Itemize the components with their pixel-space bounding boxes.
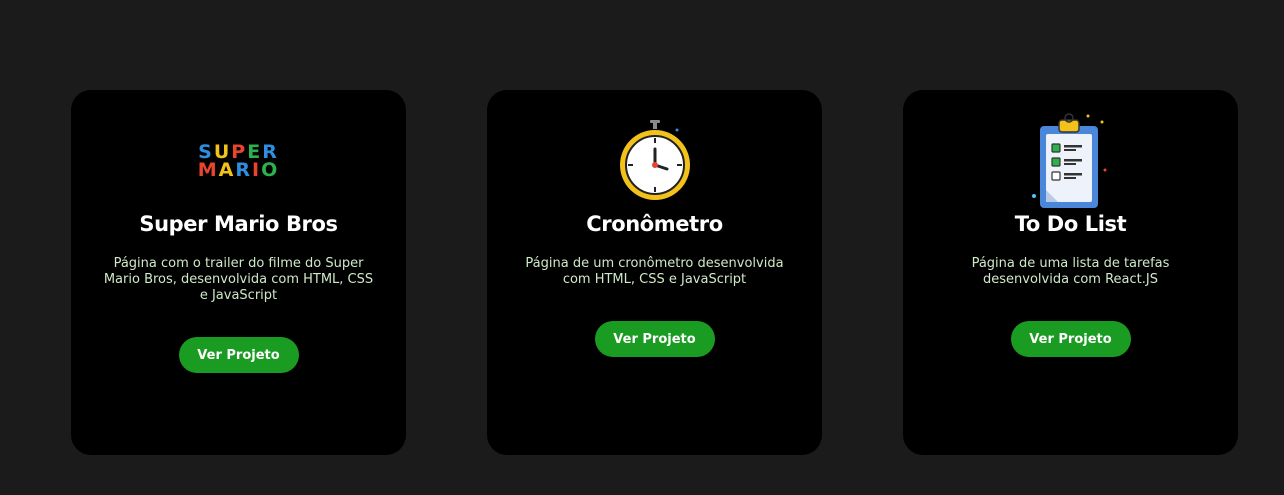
project-card-super-mario: SUPER MARIO Super Mario Bros Página com … <box>71 90 406 455</box>
project-title: Super Mario Bros <box>139 212 338 236</box>
view-project-button[interactable]: Ver Projeto <box>178 337 299 373</box>
stopwatch-icon <box>487 118 822 204</box>
view-project-button[interactable]: Ver Projeto <box>1010 321 1131 357</box>
logo-row-mario: MARIO <box>197 159 280 181</box>
view-project-button[interactable]: Ver Projeto <box>594 321 715 357</box>
super-mario-logo: SUPER MARIO <box>71 118 406 204</box>
projects-section: SUPER MARIO Super Mario Bros Página com … <box>0 0 1284 495</box>
project-card-cronometro: Cronômetro Página de um cronômetro desen… <box>487 90 822 455</box>
project-title: To Do List <box>1014 212 1127 236</box>
project-card-todo-list: To Do List Página de uma lista de tarefa… <box>903 90 1238 455</box>
clipboard-checklist-icon <box>903 113 1238 208</box>
project-description: Página de uma lista de tarefas desenvolv… <box>971 256 1170 287</box>
project-title: Cronômetro <box>586 212 723 236</box>
project-description: Página de um cronômetro desenvolvida com… <box>525 256 784 287</box>
project-description: Página com o trailer do filme do Super M… <box>103 256 374 303</box>
